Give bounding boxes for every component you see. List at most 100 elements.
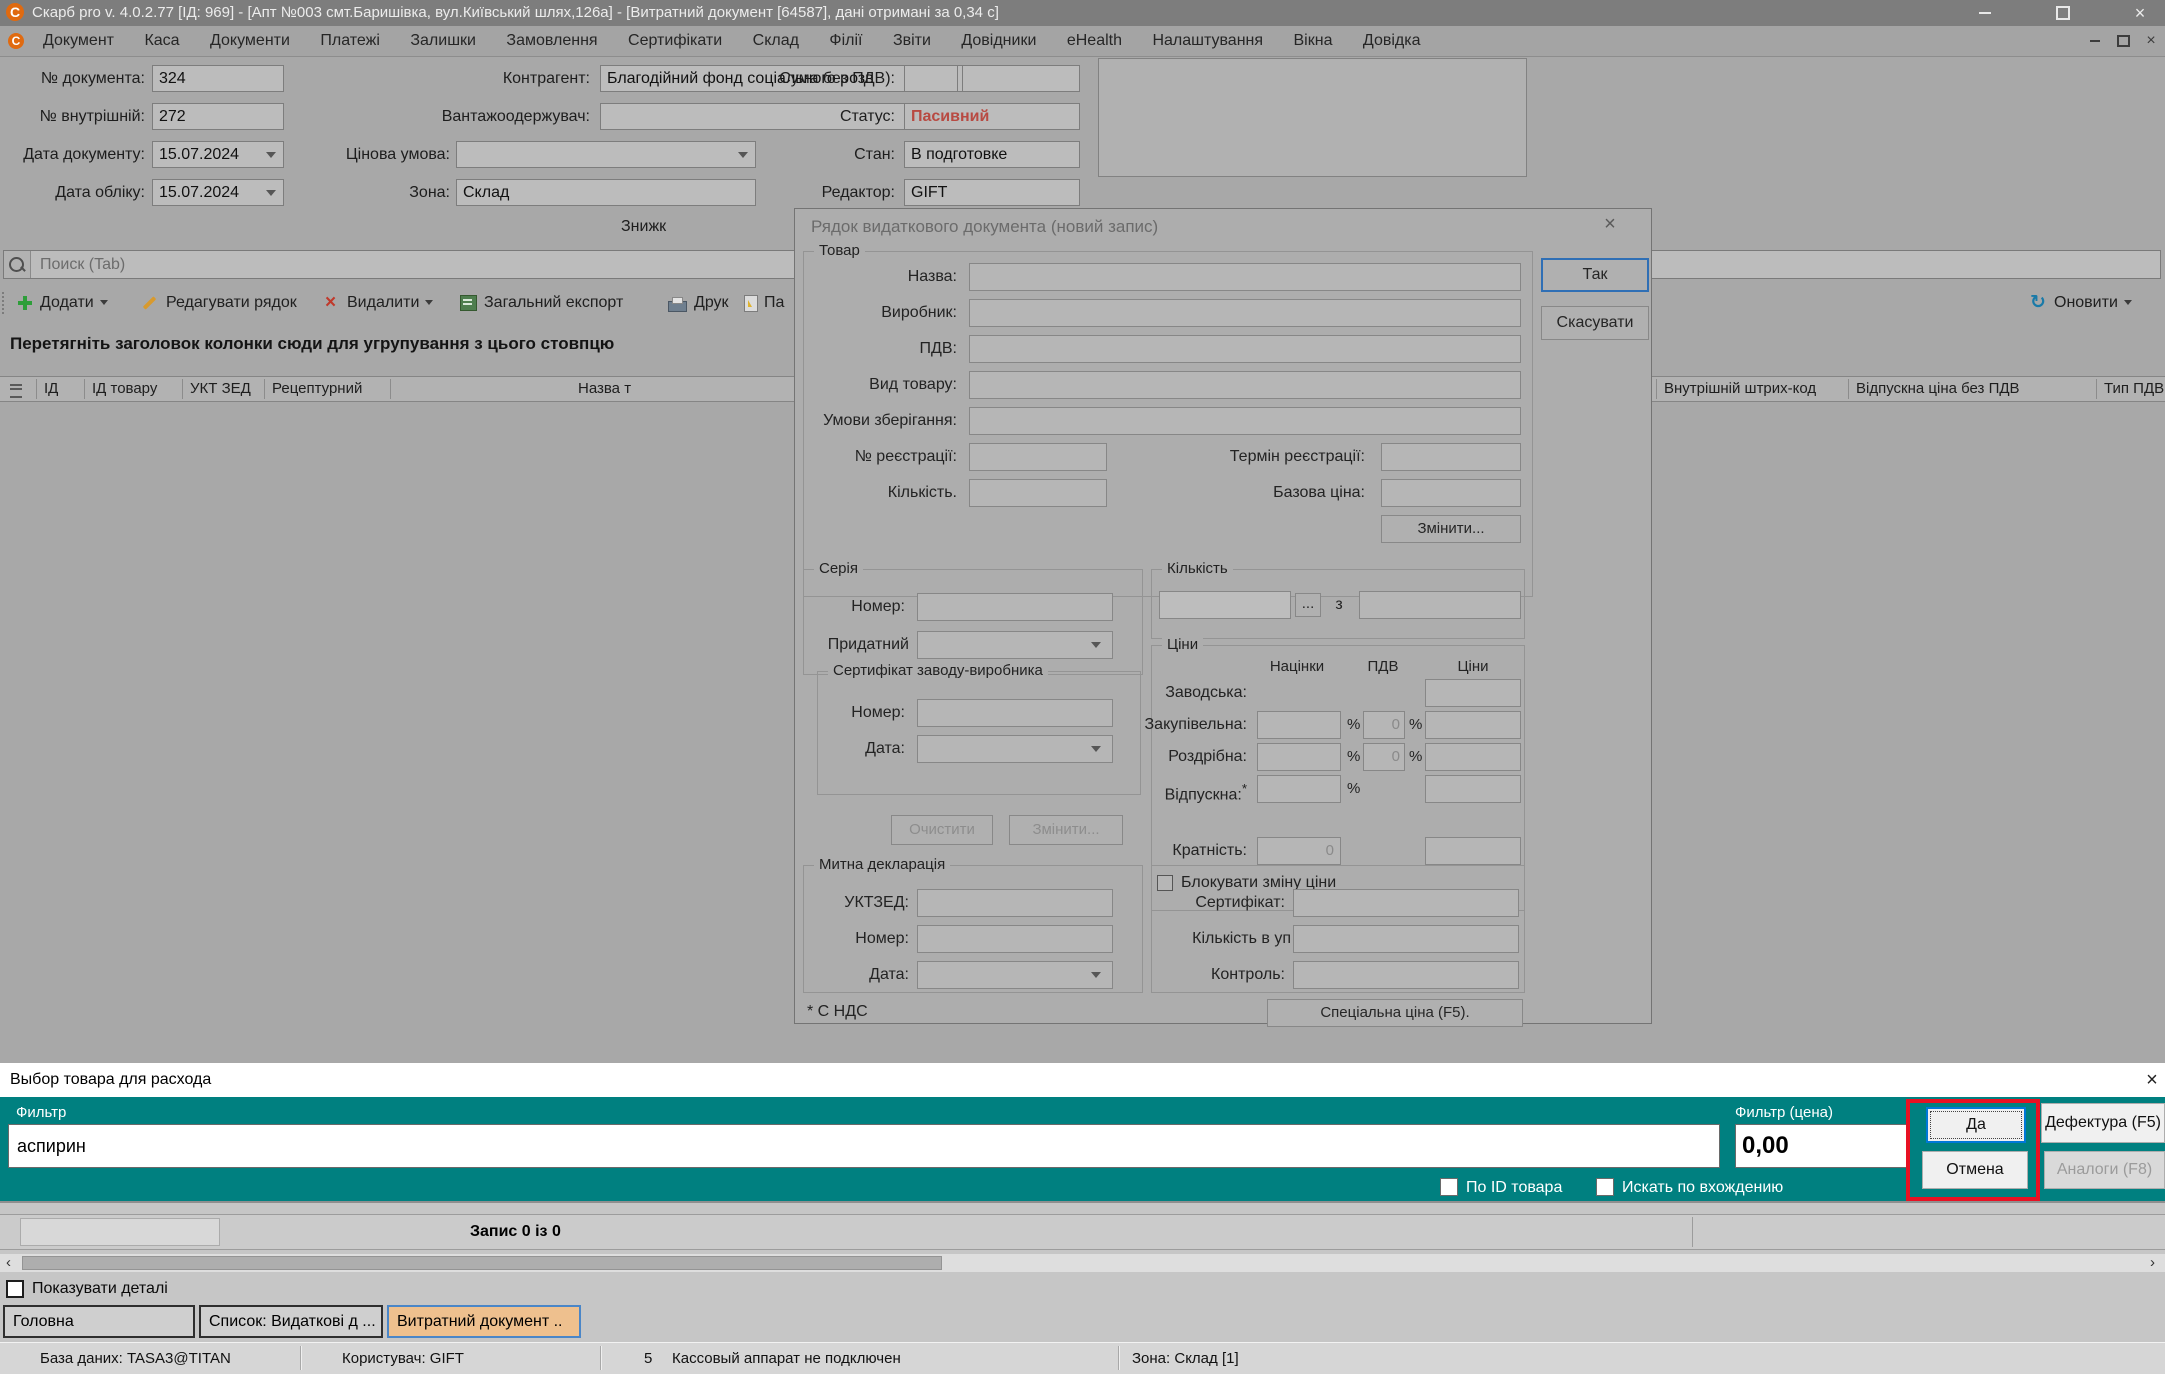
horizontal-scrollbar[interactable]: ‹ › bbox=[0, 1254, 2165, 1272]
menu-item-help[interactable]: Довідка bbox=[1363, 26, 1421, 56]
grid-header-cell[interactable] bbox=[20, 1218, 220, 1246]
certificate-field[interactable] bbox=[1293, 889, 1519, 917]
defect-button[interactable]: Дефектура (F5) bbox=[2041, 1103, 2165, 1143]
edit-row-button[interactable]: Редагувати рядок bbox=[142, 288, 297, 318]
qty-browse-button[interactable]: ... bbox=[1295, 593, 1321, 617]
special-price-button[interactable]: Спеціальна ціна (F5). bbox=[1267, 999, 1523, 1027]
scrollbar-thumb[interactable] bbox=[22, 1256, 942, 1270]
show-details-checkbox[interactable] bbox=[6, 1280, 24, 1298]
by-id-checkbox[interactable] bbox=[1440, 1178, 1458, 1196]
menu-item-branches[interactable]: Філії bbox=[829, 26, 862, 56]
toolbar-handle[interactable] bbox=[2, 292, 8, 314]
qty-total-field[interactable] bbox=[1359, 591, 1521, 619]
mdi-close-button[interactable]: × bbox=[2138, 26, 2164, 56]
customs-date-dropdown-icon[interactable] bbox=[1091, 972, 1101, 978]
multiplicity-field: 0 bbox=[1257, 837, 1341, 865]
manufacturer-field[interactable] bbox=[969, 299, 1521, 327]
dialog-cancel-button[interactable]: Скасувати bbox=[1541, 306, 1649, 340]
col-name[interactable]: Назва т bbox=[578, 377, 631, 401]
internal-number-field[interactable]: 272 bbox=[152, 103, 284, 130]
series-number-field[interactable] bbox=[917, 593, 1113, 621]
retail-markup-field[interactable] bbox=[1257, 743, 1341, 771]
menu-item-payments[interactable]: Платежі bbox=[320, 26, 380, 56]
scroll-left-icon[interactable]: ‹ bbox=[6, 1254, 11, 1272]
dialog-close-icon[interactable]: × bbox=[1595, 213, 1625, 236]
minimize-button[interactable] bbox=[1962, 0, 2008, 26]
cert-number-field[interactable] bbox=[917, 699, 1113, 727]
valid-until-dropdown-icon[interactable] bbox=[1091, 642, 1101, 648]
col-ukt-zed[interactable]: УКТ ЗЕД bbox=[190, 377, 251, 401]
col-id[interactable]: ІД bbox=[44, 377, 58, 401]
customs-date-label: Дата: bbox=[795, 961, 909, 989]
factory-price-field[interactable] bbox=[1425, 679, 1521, 707]
filter-input[interactable]: аспирин bbox=[8, 1124, 1720, 1168]
close-button[interactable]: × bbox=[2117, 0, 2163, 26]
col-vat-type[interactable]: Тип ПДВ bbox=[2104, 377, 2164, 401]
cert-date-dropdown-icon[interactable] bbox=[1091, 746, 1101, 752]
price-filter-input[interactable]: 0,00 bbox=[1735, 1124, 1909, 1168]
scroll-right-icon[interactable]: › bbox=[2150, 1254, 2155, 1272]
menu-item-stock[interactable]: Залишки bbox=[410, 26, 476, 56]
cert-date-combo[interactable] bbox=[917, 735, 1113, 763]
quantity-field[interactable] bbox=[969, 479, 1107, 507]
analogs-button[interactable]: Аналоги (F8) bbox=[2044, 1151, 2165, 1189]
params-button[interactable]: Па bbox=[744, 288, 784, 318]
selling-price-field[interactable] bbox=[1425, 775, 1521, 803]
by-entry-checkbox[interactable] bbox=[1596, 1178, 1614, 1196]
menu-item-kasa[interactable]: Каса bbox=[144, 26, 179, 56]
export-button[interactable]: Загальний експорт bbox=[460, 288, 623, 318]
print-button[interactable]: Друк bbox=[668, 288, 729, 318]
menu-item-settings[interactable]: Налаштування bbox=[1152, 26, 1263, 56]
sum-field-1[interactable] bbox=[904, 65, 958, 92]
change-cert-button[interactable]: Змінити... bbox=[1009, 815, 1123, 845]
mdi-minimize-button[interactable] bbox=[2082, 26, 2108, 56]
menu-item-orders[interactable]: Замовлення bbox=[506, 26, 597, 56]
col-product-id[interactable]: ІД товару bbox=[92, 377, 157, 401]
customs-number-field[interactable] bbox=[917, 925, 1113, 953]
qty-in-pack-field[interactable] bbox=[1293, 925, 1519, 953]
picker-close-icon[interactable]: × bbox=[2140, 1063, 2164, 1097]
sum-without-vat-label: Сума без ПДВ): bbox=[700, 65, 895, 92]
delete-button[interactable]: × Видалити bbox=[325, 288, 433, 318]
purchase-markup-field[interactable] bbox=[1257, 711, 1341, 739]
customs-date-combo[interactable] bbox=[917, 961, 1113, 989]
reg-term-field[interactable] bbox=[1381, 443, 1521, 471]
selling-markup-field[interactable] bbox=[1257, 775, 1341, 803]
tab-document-list[interactable]: Список: Видаткові д ... bbox=[199, 1305, 383, 1338]
multiplicity-price-field[interactable] bbox=[1425, 837, 1521, 865]
menu-item-certificates[interactable]: Сертифікати bbox=[628, 26, 722, 56]
menu-item-windows[interactable]: Вікна bbox=[1294, 26, 1333, 56]
menu-item-ehealth[interactable]: eHealth bbox=[1067, 26, 1122, 56]
menu-item-warehouse[interactable]: Склад bbox=[753, 26, 799, 56]
menu-item-dictionaries[interactable]: Довідники bbox=[961, 26, 1036, 56]
clear-cert-button[interactable]: Очистити bbox=[891, 815, 993, 845]
control-field[interactable] bbox=[1293, 961, 1519, 989]
doc-number-field[interactable]: 324 bbox=[152, 65, 284, 92]
base-price-field[interactable] bbox=[1381, 479, 1521, 507]
col-recipe[interactable]: Рецептурний bbox=[272, 377, 362, 401]
purchase-price-field[interactable] bbox=[1425, 711, 1521, 739]
kind-field[interactable] bbox=[969, 371, 1521, 399]
vat-field[interactable] bbox=[969, 335, 1521, 363]
qty-value-field[interactable] bbox=[1159, 591, 1291, 619]
menu-item-document[interactable]: Документ bbox=[43, 26, 114, 56]
mdi-restore-button[interactable] bbox=[2110, 26, 2136, 56]
name-field[interactable] bbox=[969, 263, 1521, 291]
tab-expense-document[interactable]: Витратний документ .. bbox=[387, 1305, 581, 1338]
col-barcode[interactable]: Внутрішній штрих-код bbox=[1664, 377, 1816, 401]
restore-button[interactable] bbox=[2040, 0, 2086, 26]
reg-number-field[interactable] bbox=[969, 443, 1107, 471]
menu-item-documents[interactable]: Документи bbox=[210, 26, 290, 56]
dialog-ok-button[interactable]: Так bbox=[1541, 258, 1649, 292]
change-product-button[interactable]: Змінити... bbox=[1381, 515, 1521, 543]
col-price-no-vat[interactable]: Відпускна ціна без ПДВ bbox=[1856, 377, 2020, 401]
menu-item-reports[interactable]: Звіти bbox=[893, 26, 931, 56]
storage-field[interactable] bbox=[969, 407, 1521, 435]
tab-main[interactable]: Головна bbox=[3, 1305, 195, 1338]
add-button[interactable]: Додати bbox=[18, 288, 108, 318]
sum-field-2[interactable] bbox=[962, 65, 1080, 92]
valid-until-combo[interactable] bbox=[917, 631, 1113, 659]
refresh-button[interactable]: ↻ Оновити bbox=[2030, 288, 2132, 318]
uktzed-field[interactable] bbox=[917, 889, 1113, 917]
retail-price-field[interactable] bbox=[1425, 743, 1521, 771]
